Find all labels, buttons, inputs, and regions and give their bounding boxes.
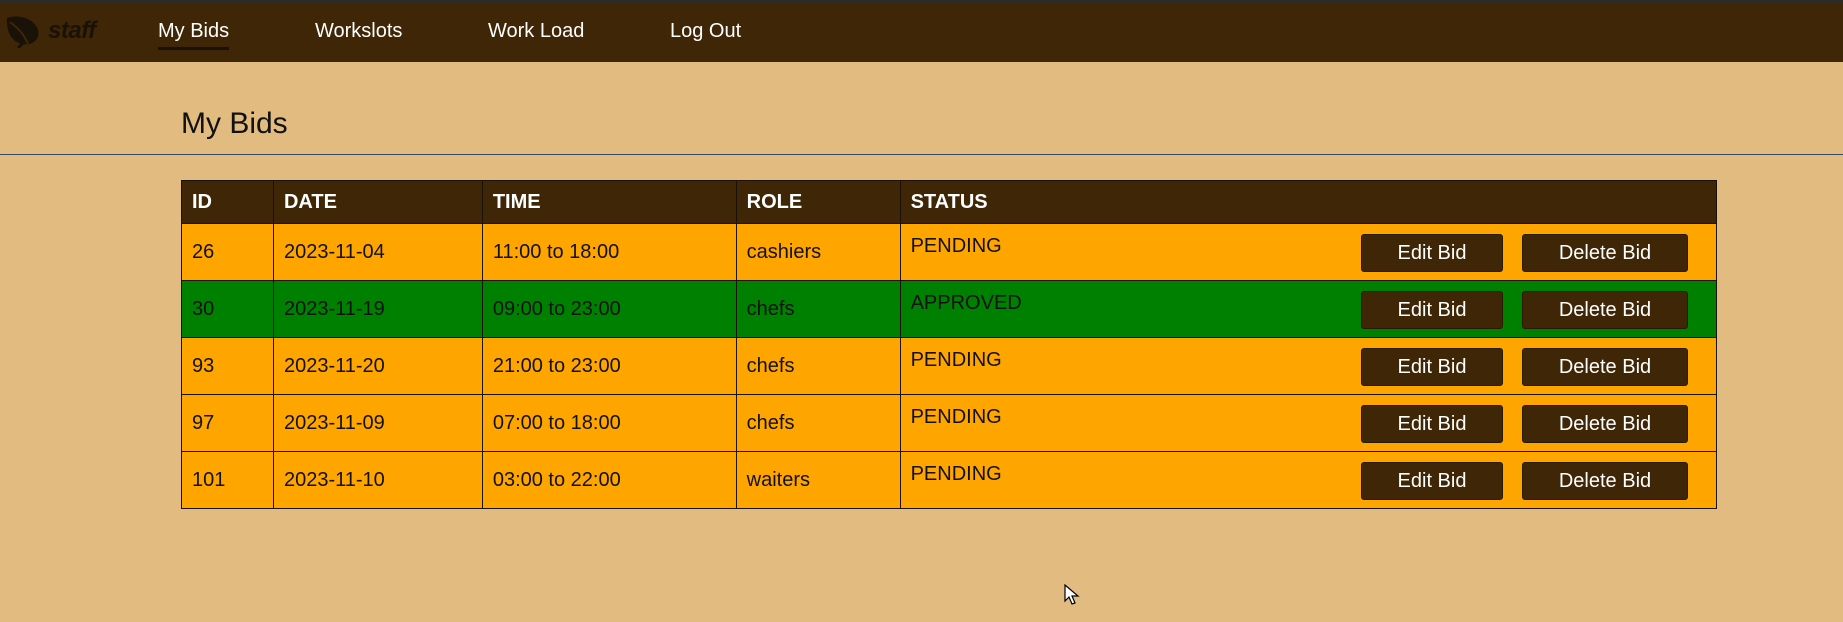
header-role: ROLE xyxy=(735,180,901,224)
edit-bid-button[interactable]: Edit Bid xyxy=(1361,405,1503,443)
cell-id: 30 xyxy=(181,280,274,338)
delete-bid-button[interactable]: Delete Bid xyxy=(1522,405,1688,443)
cell-role: cashiers xyxy=(735,223,901,281)
cell-role: chefs xyxy=(735,280,901,338)
cell-status: PENDING Edit Bid Delete Bid xyxy=(899,223,1718,281)
delete-bid-button[interactable]: Delete Bid xyxy=(1522,234,1688,272)
delete-bid-button[interactable]: Delete Bid xyxy=(1522,291,1688,329)
table-row: 93 2023-11-20 21:00 to 23:00 chefs PENDI… xyxy=(181,337,1718,395)
table-row: 30 2023-11-19 09:00 to 23:00 chefs APPRO… xyxy=(181,280,1718,338)
status-text: PENDING xyxy=(910,463,1002,485)
edit-bid-button[interactable]: Edit Bid xyxy=(1361,291,1503,329)
edit-bid-button[interactable]: Edit Bid xyxy=(1361,234,1503,272)
bids-table: ID DATE TIME ROLE STATUS 26 2023-11-04 1… xyxy=(181,180,1718,509)
cell-time: 09:00 to 23:00 xyxy=(481,280,737,338)
cell-time: 07:00 to 18:00 xyxy=(481,394,737,452)
cell-time: 21:00 to 23:00 xyxy=(481,337,737,395)
row-actions: Edit Bid Delete Bid xyxy=(1361,405,1688,443)
cell-date: 2023-11-09 xyxy=(272,394,483,452)
top-navbar: staff My Bids Workslots Work Load Log Ou… xyxy=(0,4,1843,62)
cell-status: PENDING Edit Bid Delete Bid xyxy=(899,451,1718,509)
row-actions: Edit Bid Delete Bid xyxy=(1361,234,1688,272)
mouse-pointer-icon xyxy=(1064,584,1080,605)
delete-bid-button[interactable]: Delete Bid xyxy=(1522,462,1688,500)
delete-bid-button[interactable]: Delete Bid xyxy=(1522,348,1688,386)
cell-status: APPROVED Edit Bid Delete Bid xyxy=(899,280,1718,338)
header-status: STATUS xyxy=(899,180,1718,224)
table-row: 26 2023-11-04 11:00 to 18:00 cashiers PE… xyxy=(181,223,1718,281)
edit-bid-button[interactable]: Edit Bid xyxy=(1361,462,1503,500)
logo-text: staff xyxy=(48,17,96,44)
table-header-row: ID DATE TIME ROLE STATUS xyxy=(181,180,1718,224)
cell-date: 2023-11-20 xyxy=(272,337,483,395)
cell-id: 101 xyxy=(181,451,274,509)
table-row: 101 2023-11-10 03:00 to 22:00 waiters PE… xyxy=(181,451,1718,509)
row-actions: Edit Bid Delete Bid xyxy=(1361,348,1688,386)
status-text: PENDING xyxy=(910,349,1002,371)
title-divider xyxy=(0,154,1843,155)
cell-time: 03:00 to 22:00 xyxy=(481,451,737,509)
cell-role: chefs xyxy=(735,394,901,452)
cell-date: 2023-11-19 xyxy=(272,280,483,338)
leaf-logo-icon xyxy=(6,16,39,48)
cell-id: 93 xyxy=(181,337,274,395)
cell-status: PENDING Edit Bid Delete Bid xyxy=(899,337,1718,395)
nav-work-load[interactable]: Work Load xyxy=(488,20,584,47)
header-time: TIME xyxy=(481,180,737,224)
status-text: APPROVED xyxy=(910,292,1022,314)
row-actions: Edit Bid Delete Bid xyxy=(1361,462,1688,500)
cell-date: 2023-11-10 xyxy=(272,451,483,509)
status-text: PENDING xyxy=(910,235,1002,257)
nav-workslots[interactable]: Workslots xyxy=(315,20,402,47)
cell-date: 2023-11-04 xyxy=(272,223,483,281)
edit-bid-button[interactable]: Edit Bid xyxy=(1361,348,1503,386)
nav-log-out[interactable]: Log Out xyxy=(670,20,741,47)
nav-my-bids[interactable]: My Bids xyxy=(158,20,230,50)
cell-role: waiters xyxy=(735,451,901,509)
table-row: 97 2023-11-09 07:00 to 18:00 chefs PENDI… xyxy=(181,394,1718,452)
staff-logo[interactable]: staff xyxy=(4,14,96,48)
cell-id: 26 xyxy=(181,223,274,281)
cell-status: PENDING Edit Bid Delete Bid xyxy=(899,394,1718,452)
cell-time: 11:00 to 18:00 xyxy=(481,223,737,281)
page-title: My Bids xyxy=(181,107,288,140)
header-date: DATE xyxy=(272,180,483,224)
row-actions: Edit Bid Delete Bid xyxy=(1361,291,1688,329)
cell-role: chefs xyxy=(735,337,901,395)
cell-id: 97 xyxy=(181,394,274,452)
status-text: PENDING xyxy=(910,406,1002,428)
header-id: ID xyxy=(181,180,274,224)
